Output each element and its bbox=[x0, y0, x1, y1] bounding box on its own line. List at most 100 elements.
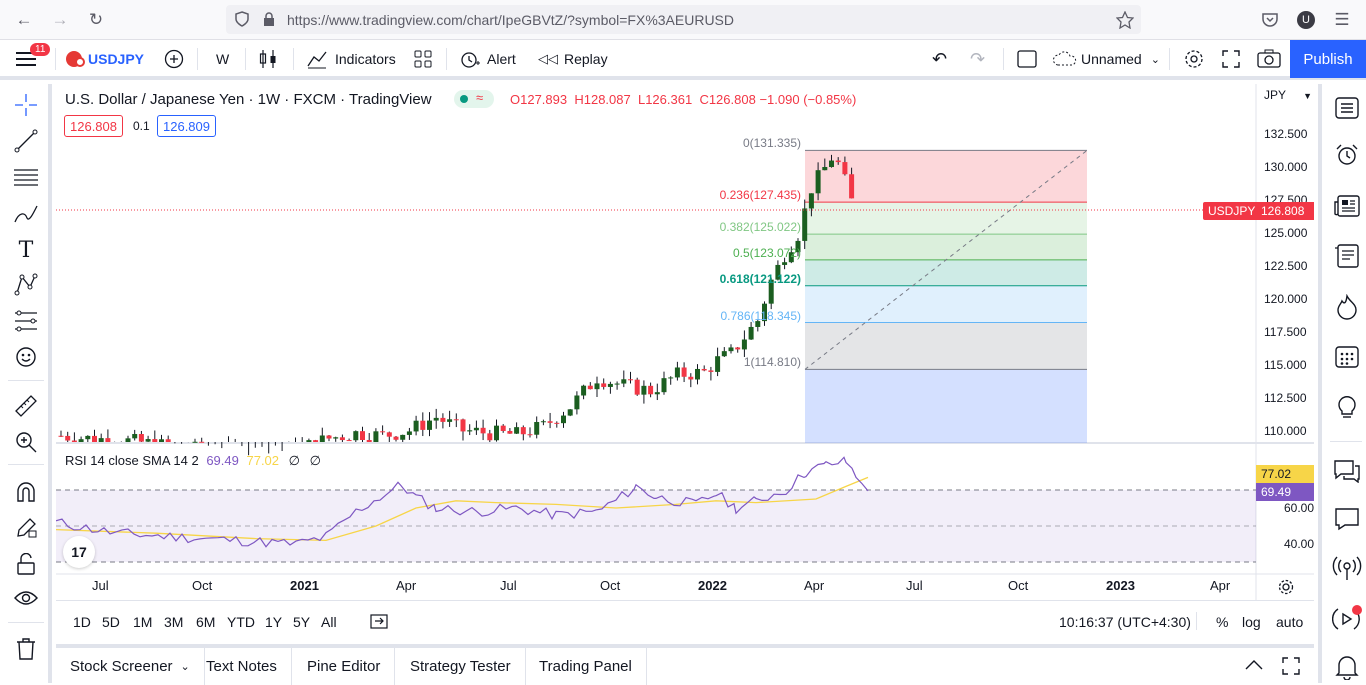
tab-text-notes[interactable]: Text Notes bbox=[192, 648, 292, 685]
trend-line-tool[interactable] bbox=[11, 126, 41, 156]
auto-scale-toggle[interactable]: auto bbox=[1276, 614, 1303, 630]
stay-drawing-tool[interactable] bbox=[11, 513, 41, 543]
candle-body bbox=[413, 420, 419, 432]
tab-stock-screener[interactable]: Stock Screener ⌄ bbox=[56, 648, 205, 685]
undo-icon: ↶ bbox=[932, 48, 948, 69]
replay-button[interactable]: ◁◁ Replay bbox=[538, 40, 608, 78]
candle-body bbox=[152, 439, 158, 442]
forward-icon[interactable]: → bbox=[48, 8, 72, 32]
calendar-button[interactable] bbox=[1332, 341, 1362, 371]
range-button-6m[interactable]: 6M bbox=[196, 614, 215, 630]
range-button-1y[interactable]: 1Y bbox=[265, 614, 282, 630]
range-button-1m[interactable]: 1M bbox=[133, 614, 152, 630]
interval-button[interactable]: W bbox=[216, 40, 229, 78]
zoom-tool[interactable] bbox=[11, 427, 41, 457]
bookmark-star-icon[interactable] bbox=[1116, 11, 1134, 29]
settings-button[interactable] bbox=[1183, 40, 1205, 78]
candle-body bbox=[607, 383, 613, 387]
tab-trading-panel[interactable]: Trading Panel bbox=[525, 648, 647, 685]
icon-tool[interactable] bbox=[11, 342, 41, 372]
chart-canvas[interactable] bbox=[56, 84, 1314, 600]
remove-drawings-tool[interactable] bbox=[11, 634, 41, 664]
candle-body bbox=[648, 385, 654, 395]
symbol-search-button[interactable]: USDJPY bbox=[66, 40, 144, 78]
time-axis-label: 2023 bbox=[1106, 578, 1135, 593]
range-button-3m[interactable]: 3M bbox=[164, 614, 183, 630]
browser-menu-icon[interactable]: ☰ bbox=[1330, 8, 1354, 32]
ideas-button[interactable] bbox=[1332, 392, 1362, 422]
undo-button[interactable]: ↶ bbox=[932, 40, 947, 78]
alert-button[interactable]: Alert bbox=[459, 40, 516, 78]
fullscreen-button[interactable] bbox=[1222, 40, 1240, 78]
chart-area[interactable]: U.S. Dollar / Japanese Yen · 1W · FXCM ·… bbox=[56, 84, 1314, 600]
rsi-legend[interactable]: RSI 14 close SMA 14 2 69.49 77.02 ∅ ∅ bbox=[65, 453, 321, 469]
messages-button[interactable] bbox=[1332, 504, 1362, 534]
main-menu-button[interactable]: 11 bbox=[16, 40, 51, 78]
time-axis-label: Oct bbox=[600, 578, 621, 593]
pocket-icon[interactable] bbox=[1261, 11, 1279, 29]
chats-button[interactable] bbox=[1332, 456, 1362, 486]
range-button-5y[interactable]: 5Y bbox=[293, 614, 310, 630]
candle-body bbox=[641, 385, 647, 395]
pattern-tool[interactable] bbox=[11, 270, 41, 300]
range-button-5d[interactable]: 5D bbox=[102, 614, 120, 630]
fib-level-label: 0(131.335) bbox=[742, 136, 801, 151]
range-button-all[interactable]: All bbox=[321, 614, 337, 630]
streams-button[interactable] bbox=[1332, 554, 1362, 584]
news-button[interactable] bbox=[1332, 191, 1362, 221]
compare-symbol-button[interactable] bbox=[164, 40, 184, 78]
prediction-tool[interactable] bbox=[11, 306, 41, 336]
layout-select-button[interactable] bbox=[1017, 40, 1037, 78]
candle-body bbox=[313, 440, 319, 442]
hide-drawings-tool[interactable] bbox=[11, 583, 41, 613]
account-icon[interactable]: U bbox=[1297, 11, 1315, 29]
fib-tool[interactable] bbox=[11, 163, 41, 193]
reload-icon[interactable]: ↻ bbox=[84, 8, 108, 32]
indicators-button[interactable]: Indicators bbox=[306, 40, 396, 78]
templates-button[interactable] bbox=[414, 40, 432, 78]
candle-body bbox=[587, 385, 593, 390]
chart-title[interactable]: U.S. Dollar / Japanese Yen · 1W · FXCM ·… bbox=[65, 91, 432, 108]
sma-value-tag: 77.02 bbox=[1256, 465, 1314, 483]
collapse-panel-icon[interactable] bbox=[1244, 658, 1264, 672]
buy-price-button[interactable]: 126.809 bbox=[157, 115, 216, 137]
currency-selector[interactable]: JPY ▼ bbox=[1264, 88, 1312, 102]
redo-button[interactable]: ↷ bbox=[970, 40, 985, 78]
tab-pine-editor[interactable]: Pine Editor bbox=[293, 648, 396, 685]
save-layout-button[interactable]: Unnamed ⌄ bbox=[1052, 40, 1160, 78]
measure-tool[interactable] bbox=[11, 391, 41, 421]
sell-price-button[interactable]: 126.808 bbox=[64, 115, 123, 137]
magnet-tool[interactable] bbox=[11, 477, 41, 507]
goto-date-icon[interactable] bbox=[370, 613, 388, 629]
back-icon[interactable]: ← bbox=[12, 8, 36, 32]
clock[interactable]: 10:16:37 (UTC+4:30) bbox=[1059, 614, 1191, 630]
log-scale-toggle[interactable]: log bbox=[1242, 614, 1261, 630]
alerts-button[interactable] bbox=[1332, 140, 1362, 170]
tradingview-logo-icon[interactable]: 17 bbox=[63, 536, 95, 568]
brush-tool[interactable] bbox=[11, 199, 41, 229]
publish-button[interactable]: Publish bbox=[1290, 40, 1366, 78]
crosshair-tool[interactable] bbox=[11, 90, 41, 120]
replay-trading-button[interactable] bbox=[1332, 604, 1362, 634]
snapshot-button[interactable] bbox=[1257, 40, 1281, 78]
notes-button[interactable] bbox=[1332, 241, 1362, 271]
tab-strategy-tester[interactable]: Strategy Tester bbox=[396, 648, 526, 685]
range-button-ytd[interactable]: YTD bbox=[227, 614, 255, 630]
chart-type-button[interactable] bbox=[258, 40, 278, 78]
percent-scale-toggle[interactable]: % bbox=[1216, 614, 1228, 630]
maximize-panel-icon[interactable] bbox=[1282, 657, 1300, 675]
camera-icon bbox=[1257, 49, 1281, 68]
candle-body bbox=[594, 383, 600, 390]
url-bar[interactable]: https://www.tradingview.com/chart/IpeGBV… bbox=[226, 5, 1141, 34]
text-tool[interactable]: T bbox=[11, 235, 41, 265]
candle-body bbox=[695, 368, 700, 380]
date-range-bar: 1D 5D 1M 3M 6M YTD 1Y 5Y All 10:16:37 (UTC+4:30)… bbox=[56, 600, 1314, 640]
watchlist-button[interactable] bbox=[1332, 93, 1362, 123]
notifications-button[interactable] bbox=[1332, 652, 1362, 682]
lock-drawings-tool[interactable] bbox=[11, 549, 41, 579]
alarm-icon bbox=[1336, 144, 1358, 165]
hotlists-button[interactable] bbox=[1332, 292, 1362, 322]
axis-settings-gear-icon[interactable] bbox=[1277, 578, 1295, 596]
market-status[interactable]: ≈ bbox=[454, 90, 494, 108]
range-button-1d[interactable]: 1D bbox=[73, 614, 91, 630]
